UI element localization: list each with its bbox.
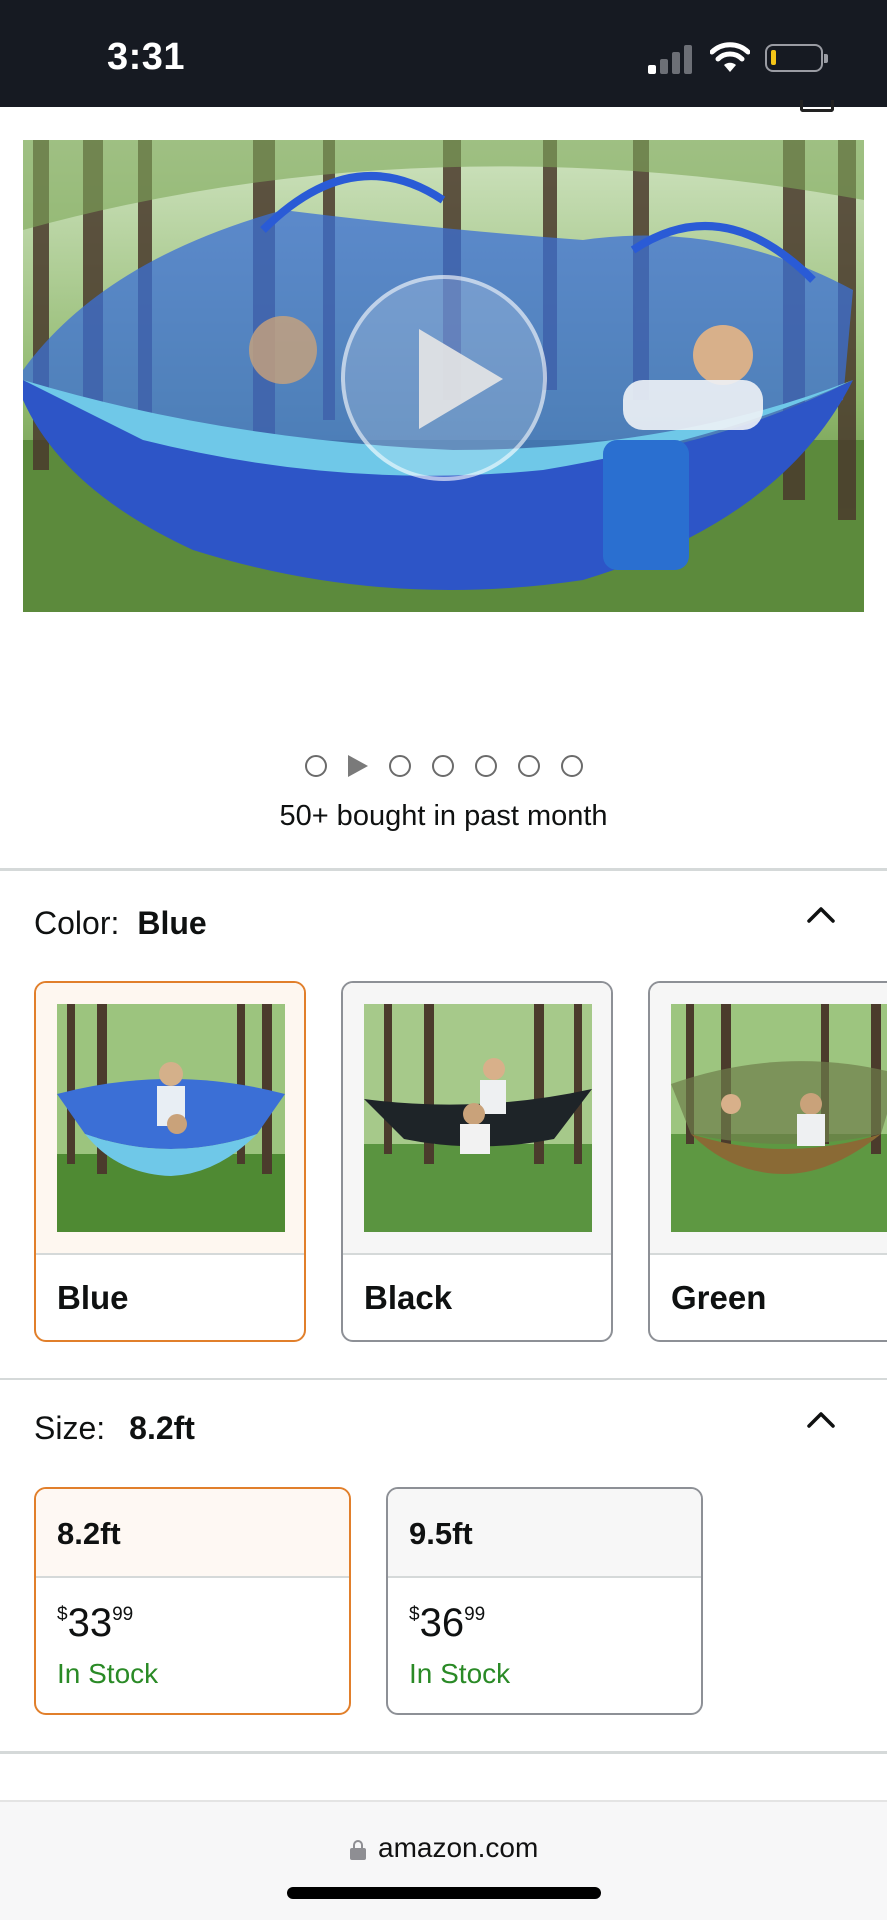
status-bar: 3:31 (0, 0, 887, 107)
play-icon[interactable] (341, 275, 547, 481)
browser-url-bar[interactable]: amazon.com (0, 1800, 887, 1920)
carousel-dot[interactable] (560, 755, 583, 777)
battery-icon (765, 44, 828, 72)
stock-status: In Stock (409, 1658, 511, 1689)
share-icon[interactable] (800, 100, 834, 112)
color-option-image (671, 1004, 887, 1232)
carousel-dots (0, 753, 887, 779)
stock-status: In Stock (57, 1658, 159, 1689)
size-label: Size: (34, 1410, 106, 1446)
size-option-price: $3399 (57, 1601, 134, 1645)
color-option-blue[interactable]: Blue (34, 981, 306, 1342)
carousel-dot-video[interactable] (347, 755, 368, 777)
size-option-8-2ft[interactable]: 8.2ft $3399 In Stock (34, 1487, 351, 1715)
status-time: 3:31 (107, 36, 186, 78)
color-option-black[interactable]: Black (341, 981, 613, 1342)
size-option-name: 9.5ft (409, 1516, 473, 1551)
color-option-name: Blue (57, 1279, 129, 1316)
chevron-up-icon[interactable] (806, 1405, 836, 1435)
home-indicator[interactable] (287, 1887, 601, 1899)
chevron-up-icon[interactable] (806, 900, 836, 930)
url-text: amazon.com (378, 1832, 539, 1863)
carousel-dot[interactable] (431, 755, 454, 777)
size-option-name: 8.2ft (57, 1516, 121, 1551)
size-option-9-5ft[interactable]: 9.5ft $3699 In Stock (386, 1487, 703, 1715)
carousel-dot[interactable] (517, 755, 540, 777)
wifi-icon (710, 42, 750, 72)
divider (0, 868, 887, 871)
color-value: Blue (137, 905, 207, 941)
color-selector-header: Color: Blue (34, 905, 207, 942)
signal-icon (648, 44, 694, 74)
size-option-price: $3699 (409, 1601, 486, 1645)
lock-icon (350, 1840, 366, 1860)
size-value: 8.2ft (129, 1410, 195, 1446)
color-option-green[interactable]: Green (648, 981, 887, 1342)
carousel-dot[interactable] (474, 755, 497, 777)
carousel-dot[interactable] (304, 755, 327, 777)
divider (0, 1378, 887, 1380)
product-image[interactable] (23, 140, 864, 612)
color-label: Color: (34, 905, 120, 941)
color-option-image (57, 1004, 285, 1232)
bought-in-past-month: 50+ bought in past month (279, 800, 608, 832)
color-option-name: Black (364, 1279, 453, 1316)
carousel-dot[interactable] (388, 755, 411, 777)
color-option-name: Green (671, 1279, 767, 1316)
color-option-image (364, 1004, 592, 1232)
size-selector-header: Size: 8.2ft (34, 1410, 195, 1447)
divider (0, 1751, 887, 1754)
